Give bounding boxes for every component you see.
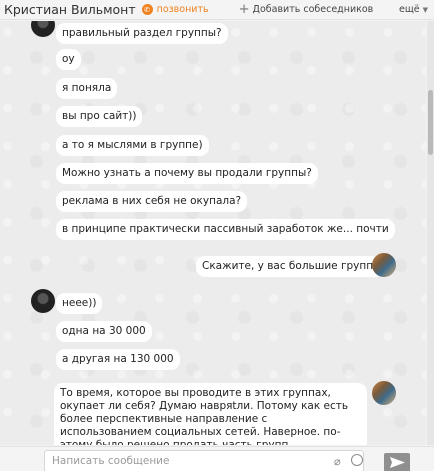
chat-title[interactable]: Кристиан Вильмонт — [4, 2, 136, 17]
message-input[interactable] — [45, 451, 315, 471]
message-bubble: неее)) — [56, 293, 103, 314]
chat-header: Кристиан Вильмонт ✆ позвонить + Добавить… — [0, 0, 434, 20]
message-input-box[interactable]: ⌀ — [44, 450, 364, 471]
scrollbar-thumb[interactable] — [428, 90, 433, 155]
message-composer: ⌀ — [0, 446, 434, 471]
chevron-down-icon: ▼ — [422, 5, 428, 14]
message-bubble: я поняла — [56, 78, 118, 99]
call-button[interactable]: ✆ позвонить — [141, 4, 209, 15]
smile-icon[interactable] — [351, 454, 363, 466]
user-avatar[interactable] — [372, 381, 396, 405]
more-menu-button[interactable]: ещё ▼ — [399, 4, 428, 15]
contact-avatar[interactable] — [31, 21, 55, 37]
add-participants-label: Добавить собеседников — [252, 4, 374, 15]
message-bubble: То время, которое вы проводите в этих гр… — [54, 383, 367, 445]
message-bubble: одна на 30 000 — [56, 321, 152, 342]
message-bubble: а другая на 130 000 — [56, 349, 180, 370]
send-icon — [390, 457, 405, 468]
message-bubble: реклама в них себя не окупала? — [56, 191, 248, 212]
add-participants-button[interactable]: + Добавить собеседников — [239, 3, 374, 16]
message-bubble: в принципе практически пассивный заработ… — [56, 219, 395, 240]
message-bubble: Скажите, у вас большие группы? — [196, 256, 393, 277]
message-list[interactable]: правильный раздел группы? оу я поняла вы… — [0, 21, 426, 445]
phone-icon: ✆ — [141, 4, 153, 15]
more-label: ещё — [398, 4, 420, 15]
message-bubble: правильный раздел группы? — [56, 23, 228, 44]
message-bubble: вы про сайт)) — [56, 106, 143, 127]
message-bubble: оу — [56, 49, 81, 70]
user-avatar[interactable] — [372, 253, 396, 277]
scrollbar-track[interactable] — [427, 21, 434, 445]
send-button[interactable] — [384, 453, 410, 471]
message-bubble: а то я мыслями в группе) — [56, 135, 209, 156]
message-bubble: Можно узнать а почему вы продали группы? — [56, 163, 318, 184]
plus-icon: + — [238, 2, 250, 17]
contact-avatar[interactable] — [31, 289, 55, 313]
call-label: позвонить — [156, 4, 209, 15]
paperclip-icon[interactable]: ⌀ — [334, 455, 341, 468]
